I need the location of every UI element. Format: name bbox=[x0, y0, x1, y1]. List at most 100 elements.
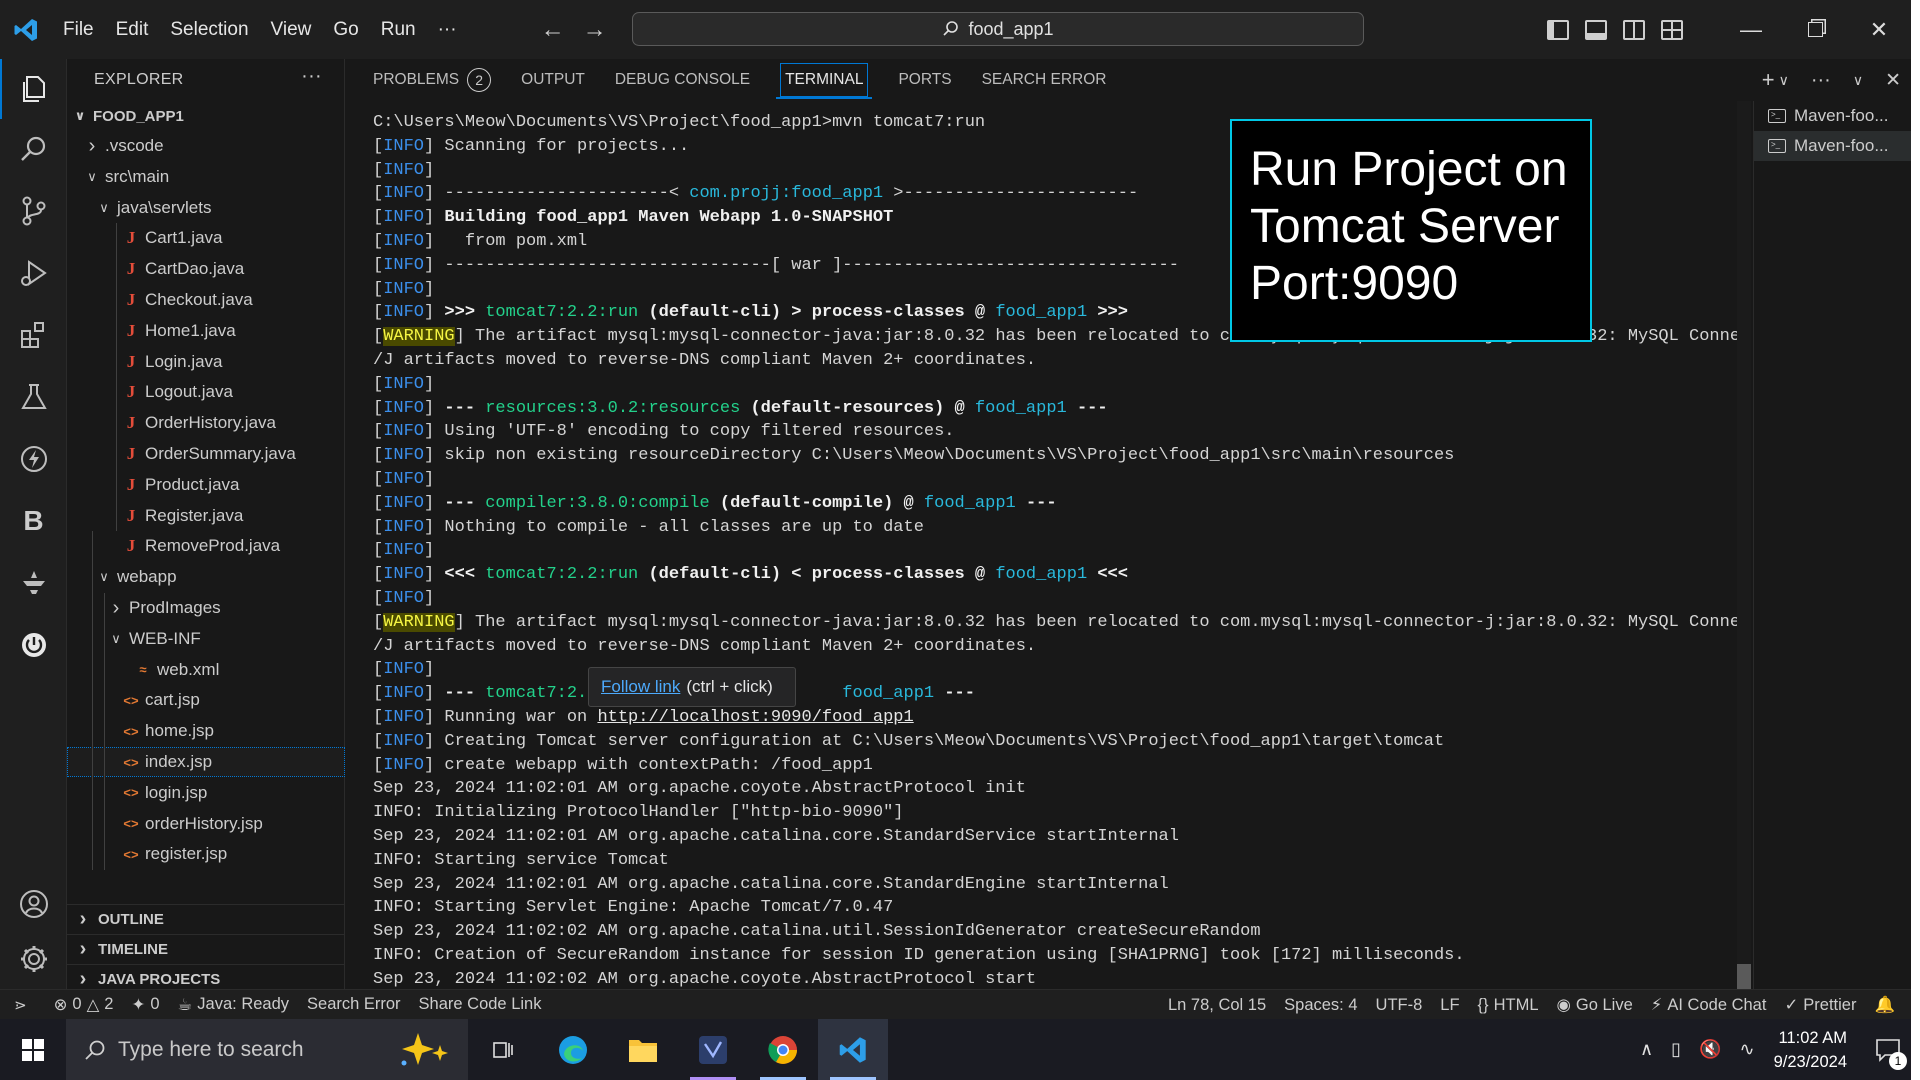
tab-ports[interactable]: PORTS bbox=[898, 59, 951, 101]
wifi-icon[interactable]: ∿ bbox=[1731, 1039, 1764, 1060]
forward-arrow-icon[interactable]: → bbox=[574, 16, 616, 44]
remote-indicator[interactable]: ⋗ bbox=[0, 996, 36, 1014]
follow-link[interactable]: Follow link bbox=[601, 677, 680, 697]
tab-search-error[interactable]: SEARCH ERROR bbox=[982, 59, 1107, 101]
menu-item[interactable]: File bbox=[52, 0, 105, 59]
tree-file[interactable]: J OrderHistory.java bbox=[67, 408, 345, 438]
command-center-search[interactable]: food_app1 bbox=[632, 12, 1364, 46]
tab-terminal[interactable]: TERMINAL bbox=[776, 59, 873, 101]
tree-file[interactable]: J RemoveProd.java bbox=[67, 531, 345, 561]
maximize-panel-icon[interactable]: ∨ bbox=[1853, 72, 1863, 89]
toggle-sidebar-icon[interactable] bbox=[1547, 19, 1569, 40]
thunder-lightning-icon[interactable] bbox=[0, 429, 67, 489]
customize-layout-icon[interactable] bbox=[1661, 19, 1683, 40]
search-activity-icon[interactable] bbox=[0, 119, 67, 179]
minimize-button[interactable]: — bbox=[1719, 0, 1783, 59]
menu-item[interactable]: Edit bbox=[105, 0, 160, 59]
accounts-icon[interactable] bbox=[0, 874, 67, 934]
notifications-bell-icon[interactable]: 🔔 bbox=[1865, 996, 1911, 1015]
section-timeline[interactable]: › TIMELINE bbox=[67, 934, 345, 964]
notification-center-icon[interactable]: 1 bbox=[1865, 1019, 1911, 1080]
terminal-scrollbar-thumb[interactable] bbox=[1737, 964, 1751, 989]
file-explorer-icon[interactable] bbox=[608, 1019, 678, 1080]
terminal-url-link[interactable]: http://localhost:9090/food_app1 bbox=[597, 708, 913, 727]
source-control-icon[interactable] bbox=[0, 181, 67, 241]
tree-folder[interactable]: › ProdImages bbox=[67, 593, 345, 623]
tree-file[interactable]: J Checkout.java bbox=[67, 285, 345, 315]
java-coffee-icon[interactable] bbox=[0, 553, 67, 613]
tree-file[interactable]: J Cart1.java bbox=[67, 223, 345, 253]
tree-file[interactable]: J Register.java bbox=[67, 501, 345, 531]
extensions-icon[interactable] bbox=[0, 305, 67, 365]
terminal-instance[interactable]: >_ Maven-foo... bbox=[1754, 131, 1911, 161]
clock[interactable]: 11:02 AM 9/23/2024 bbox=[1764, 1026, 1865, 1074]
tab-output[interactable]: OUTPUT bbox=[521, 59, 585, 101]
edge-browser-icon[interactable] bbox=[538, 1019, 608, 1080]
run-debug-icon[interactable] bbox=[0, 243, 67, 303]
toggle-secondary-sidebar-icon[interactable] bbox=[1623, 19, 1645, 40]
menu-item[interactable]: View bbox=[260, 0, 323, 59]
task-view-icon[interactable] bbox=[468, 1019, 538, 1080]
eclipse-ide-icon[interactable] bbox=[678, 1019, 748, 1080]
spring-boot-power-icon[interactable] bbox=[0, 615, 67, 675]
menu-item[interactable]: ··· bbox=[427, 0, 468, 59]
tab-debug-console[interactable]: DEBUG CONSOLE bbox=[615, 59, 750, 101]
tree-file[interactable]: <> orderHistory.jsp bbox=[67, 809, 345, 839]
explorer-icon[interactable] bbox=[0, 59, 67, 119]
line-ending[interactable]: LF bbox=[1431, 996, 1468, 1015]
tree-file[interactable]: J Login.java bbox=[67, 347, 345, 377]
tree-file[interactable]: <> index.jsp bbox=[67, 747, 345, 777]
tree-file[interactable]: J Home1.java bbox=[67, 316, 345, 346]
settings-gear-icon[interactable] bbox=[0, 929, 67, 989]
tree-file[interactable]: <> register.jsp bbox=[67, 839, 345, 869]
toggle-panel-icon[interactable] bbox=[1585, 19, 1607, 40]
tab-problems[interactable]: PROBLEMS 2 bbox=[373, 59, 492, 101]
back-arrow-icon[interactable]: ← bbox=[532, 16, 574, 44]
section-outline[interactable]: › OUTLINE bbox=[67, 904, 345, 934]
tree-file[interactable]: J CartDao.java bbox=[67, 254, 345, 284]
close-panel-icon[interactable]: ✕ bbox=[1885, 69, 1901, 92]
tree-file[interactable]: J Product.java bbox=[67, 470, 345, 500]
java-status[interactable]: ☕ Java: Ready bbox=[169, 995, 299, 1015]
tree-folder[interactable]: ∨ java\servlets bbox=[67, 193, 345, 223]
new-terminal-icon[interactable]: + bbox=[1762, 67, 1775, 93]
more-actions-icon[interactable]: ··· bbox=[1811, 69, 1831, 92]
menu-item[interactable]: Go bbox=[322, 0, 369, 59]
tree-file[interactable]: <> cart.jsp bbox=[67, 685, 345, 715]
tree-file[interactable]: <> home.jsp bbox=[67, 716, 345, 746]
indentation[interactable]: Spaces: 4 bbox=[1275, 996, 1366, 1015]
ai-code-chat-button[interactable]: ⚡ AI Code Chat bbox=[1642, 995, 1776, 1015]
search-error-status[interactable]: Search Error bbox=[298, 995, 410, 1014]
chevron-down-icon[interactable]: ∨ bbox=[1779, 72, 1789, 89]
ports-indicator[interactable]: ✦ 0 bbox=[122, 995, 168, 1015]
tree-file[interactable]: ≈ web.xml bbox=[67, 655, 345, 685]
tree-folder[interactable]: ∨ WEB-INF bbox=[67, 624, 345, 654]
encoding[interactable]: UTF-8 bbox=[1367, 996, 1432, 1015]
go-live-button[interactable]: ◉ Go Live bbox=[1548, 995, 1642, 1015]
show-hidden-icons-chevron-icon[interactable]: ∧ bbox=[1631, 1039, 1662, 1060]
tree-folder[interactable]: ∨ src\main bbox=[67, 162, 345, 192]
speaker-muted-icon[interactable]: 🔇 bbox=[1690, 1039, 1730, 1060]
explorer-more-button[interactable]: ··· bbox=[301, 65, 322, 88]
cursor-position[interactable]: Ln 78, Col 15 bbox=[1159, 996, 1275, 1015]
tree-file[interactable]: <> login.jsp bbox=[67, 778, 345, 808]
close-button[interactable]: ✕ bbox=[1847, 0, 1911, 59]
share-code-link-status[interactable]: Share Code Link bbox=[410, 995, 551, 1014]
chrome-browser-icon[interactable] bbox=[748, 1019, 818, 1080]
language-mode[interactable]: {} HTML bbox=[1469, 996, 1548, 1015]
battery-icon[interactable]: ▯ bbox=[1662, 1039, 1690, 1060]
tree-folder[interactable]: › .vscode bbox=[67, 131, 345, 161]
tree-folder[interactable]: ∨ webapp bbox=[67, 562, 345, 592]
problems-indicator[interactable]: ⊗ 0 △ 2 bbox=[36, 995, 123, 1015]
restore-button[interactable] bbox=[1783, 0, 1847, 59]
b-extension-icon[interactable]: B bbox=[0, 491, 67, 551]
workspace-root[interactable]: ∨ FOOD_APP1 bbox=[67, 101, 345, 131]
menu-item[interactable]: Selection bbox=[159, 0, 259, 59]
tree-file[interactable]: J OrderSummary.java bbox=[67, 439, 345, 469]
menu-item[interactable]: Run bbox=[370, 0, 427, 59]
prettier-status[interactable]: ✓ Prettier bbox=[1775, 995, 1865, 1015]
testing-flask-icon[interactable] bbox=[0, 367, 67, 427]
windows-start-icon[interactable] bbox=[0, 1019, 66, 1080]
tree-file[interactable]: J Logout.java bbox=[67, 377, 345, 407]
vscode-taskbar-icon[interactable] bbox=[818, 1019, 888, 1080]
